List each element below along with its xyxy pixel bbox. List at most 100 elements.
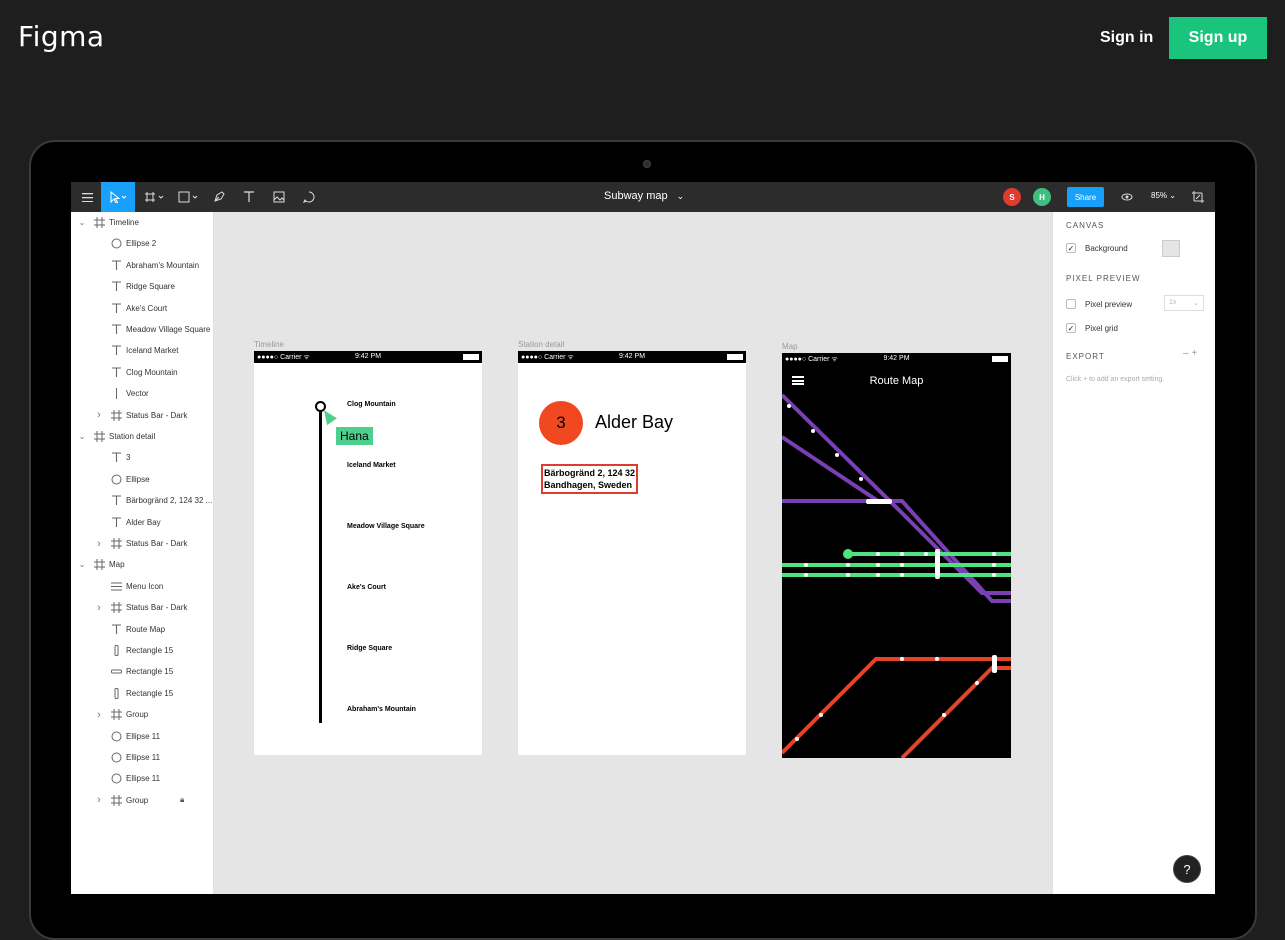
chevron-right-icon[interactable]: ›: [94, 709, 104, 721]
layer-row[interactable]: › Group 🔒︎: [71, 790, 214, 811]
layer-row[interactable]: Route Map: [71, 619, 214, 640]
avatar-h[interactable]: H: [1033, 188, 1051, 206]
layer-row[interactable]: Bärbogränd 2, 124 32 ...: [71, 490, 214, 511]
file-title[interactable]: Subway map ⌄: [604, 190, 684, 202]
checkbox-checked-icon[interactable]: ✓: [1066, 323, 1076, 333]
frame-tool-icon[interactable]: [141, 182, 169, 212]
station-label[interactable]: Ridge Square: [347, 645, 392, 652]
figma-logo[interactable]: Figma: [18, 20, 105, 53]
layer-row[interactable]: Vector: [71, 383, 214, 404]
image-tool-icon[interactable]: [269, 182, 289, 212]
chevron-right-icon[interactable]: ›: [94, 794, 104, 806]
layer-row[interactable]: Rectangle 15: [71, 661, 214, 682]
hamburger-icon[interactable]: [77, 182, 97, 212]
shape-tool-icon[interactable]: [175, 182, 203, 212]
layer-label: Ake's Court: [126, 303, 168, 313]
text-tool-icon[interactable]: [239, 182, 259, 212]
layer-row[interactable]: ⌄ Timeline: [71, 212, 214, 233]
transfer-rectangle: [992, 655, 997, 673]
sign-in-link[interactable]: Sign in: [1100, 29, 1153, 47]
chevron-down-icon[interactable]: ⌄: [77, 432, 87, 441]
layer-row[interactable]: ⌄ Map: [71, 554, 214, 575]
pixel-grid-row[interactable]: ✓ Pixel grid: [1066, 323, 1118, 333]
layer-row[interactable]: Rectangle 15: [71, 640, 214, 661]
chevron-down-icon[interactable]: ⌄: [77, 560, 87, 569]
avatar-initial: H: [1039, 192, 1045, 202]
text-icon: [110, 345, 122, 357]
station-detail-frame[interactable]: ●●●●○ Carrier ᯤ 9:42 PM 3 Alder Bay Bärb…: [518, 351, 746, 755]
route-map-graphic[interactable]: [782, 353, 1011, 758]
layer-label: Status Bar - Dark: [126, 410, 188, 420]
text-icon: [110, 623, 122, 635]
status-time: 9:42 PM: [618, 353, 646, 360]
pen-tool-icon[interactable]: [209, 182, 229, 212]
timeline-vector[interactable]: [319, 405, 322, 723]
layer-row[interactable]: Alder Bay: [71, 512, 214, 533]
station-number-ellipse[interactable]: 3: [539, 401, 583, 445]
sign-up-button[interactable]: Sign up: [1169, 17, 1267, 59]
station-label[interactable]: Clog Mountain: [347, 401, 396, 408]
frame-label-timeline[interactable]: Timeline: [254, 340, 284, 349]
green-line-terminal: [843, 549, 853, 559]
frame-label-station-detail[interactable]: Station detail: [518, 340, 564, 349]
chevron-right-icon[interactable]: ›: [94, 538, 104, 550]
rectangle-vertical-icon: [110, 687, 122, 699]
chevron-down-icon: ⌄: [1193, 300, 1199, 307]
export-add-remove-buttons[interactable]: – +: [1183, 348, 1197, 359]
station-label[interactable]: Iceland Market: [347, 462, 396, 469]
layer-row[interactable]: Ake's Court: [71, 298, 214, 319]
layer-row[interactable]: Rectangle 15: [71, 683, 214, 704]
map-frame[interactable]: ●●●●○ Carrier ᯤ 9:42 PM Route Map: [782, 353, 1011, 758]
chevron-right-icon[interactable]: ›: [94, 409, 104, 421]
layer-row[interactable]: Clog Mountain: [71, 362, 214, 383]
layer-row[interactable]: Iceland Market: [71, 340, 214, 361]
layer-row[interactable]: Ellipse 11: [71, 747, 214, 768]
layer-row[interactable]: › Status Bar - Dark: [71, 597, 214, 618]
frame-settings-icon[interactable]: [1188, 182, 1208, 212]
pixel-preview-row[interactable]: Pixel preview: [1066, 299, 1132, 309]
layer-row[interactable]: Ellipse 2: [71, 233, 214, 254]
canvas[interactable]: Timeline ●●●●○ Carrier ᯤ 9:42 PM Clog Mo…: [214, 212, 1052, 894]
comment-tool-icon[interactable]: [299, 182, 319, 212]
share-button[interactable]: Share: [1067, 187, 1104, 207]
layer-label: Alder Bay: [126, 517, 161, 527]
layer-row[interactable]: › Status Bar - Dark: [71, 405, 214, 426]
station-label[interactable]: Ake's Court: [347, 584, 386, 591]
background-row[interactable]: ✓ Background: [1066, 243, 1128, 253]
layer-row[interactable]: Abraham's Mountain: [71, 255, 214, 276]
station-label[interactable]: Meadow Village Square: [347, 523, 425, 530]
chevron-right-icon[interactable]: ›: [94, 602, 104, 614]
station-address-selected[interactable]: Bärbogränd 2, 124 32 Bandhagen, Sweden: [541, 464, 639, 494]
station-title[interactable]: Alder Bay: [595, 412, 673, 433]
layer-label: Clog Mountain: [126, 367, 178, 377]
file-title-text[interactable]: Subway map: [604, 190, 668, 202]
layer-row[interactable]: Ellipse 11: [71, 726, 214, 747]
background-color-swatch[interactable]: [1162, 240, 1180, 257]
timeline-frame[interactable]: ●●●●○ Carrier ᯤ 9:42 PM Clog Mountain Ic…: [254, 351, 482, 755]
chevron-down-icon[interactable]: ⌄: [677, 191, 685, 201]
eye-icon[interactable]: [1119, 182, 1135, 212]
move-tool-icon[interactable]: [101, 182, 135, 212]
station-number[interactable]: 3: [556, 413, 565, 433]
lock-icon[interactable]: 🔒︎: [180, 795, 184, 805]
avatar-s[interactable]: S: [1003, 188, 1021, 206]
checkbox-checked-icon[interactable]: ✓: [1066, 243, 1076, 253]
frame-icon: [110, 409, 122, 421]
checkbox-unchecked-icon[interactable]: [1066, 299, 1076, 309]
zoom-level[interactable]: 85% ⌄: [1151, 191, 1176, 200]
help-button[interactable]: ?: [1173, 855, 1201, 883]
layer-row[interactable]: 3: [71, 447, 214, 468]
layer-row[interactable]: Meadow Village Square: [71, 319, 214, 340]
layer-row[interactable]: Ellipse 11: [71, 768, 214, 789]
layer-row[interactable]: Menu Icon: [71, 576, 214, 597]
chevron-down-icon[interactable]: ⌄: [77, 218, 87, 227]
pixel-preview-scale-select[interactable]: 1x ⌄: [1164, 295, 1204, 311]
layer-row[interactable]: Ridge Square: [71, 276, 214, 297]
frame-label-map[interactable]: Map: [782, 342, 798, 351]
layer-row[interactable]: › Status Bar - Dark: [71, 533, 214, 554]
station-label[interactable]: Abraham's Mountain: [347, 706, 416, 713]
layer-row[interactable]: › Group: [71, 704, 214, 725]
layer-label: Route Map: [126, 624, 166, 634]
layer-row[interactable]: Ellipse: [71, 469, 214, 490]
layer-row[interactable]: ⌄ Station detail: [71, 426, 214, 447]
